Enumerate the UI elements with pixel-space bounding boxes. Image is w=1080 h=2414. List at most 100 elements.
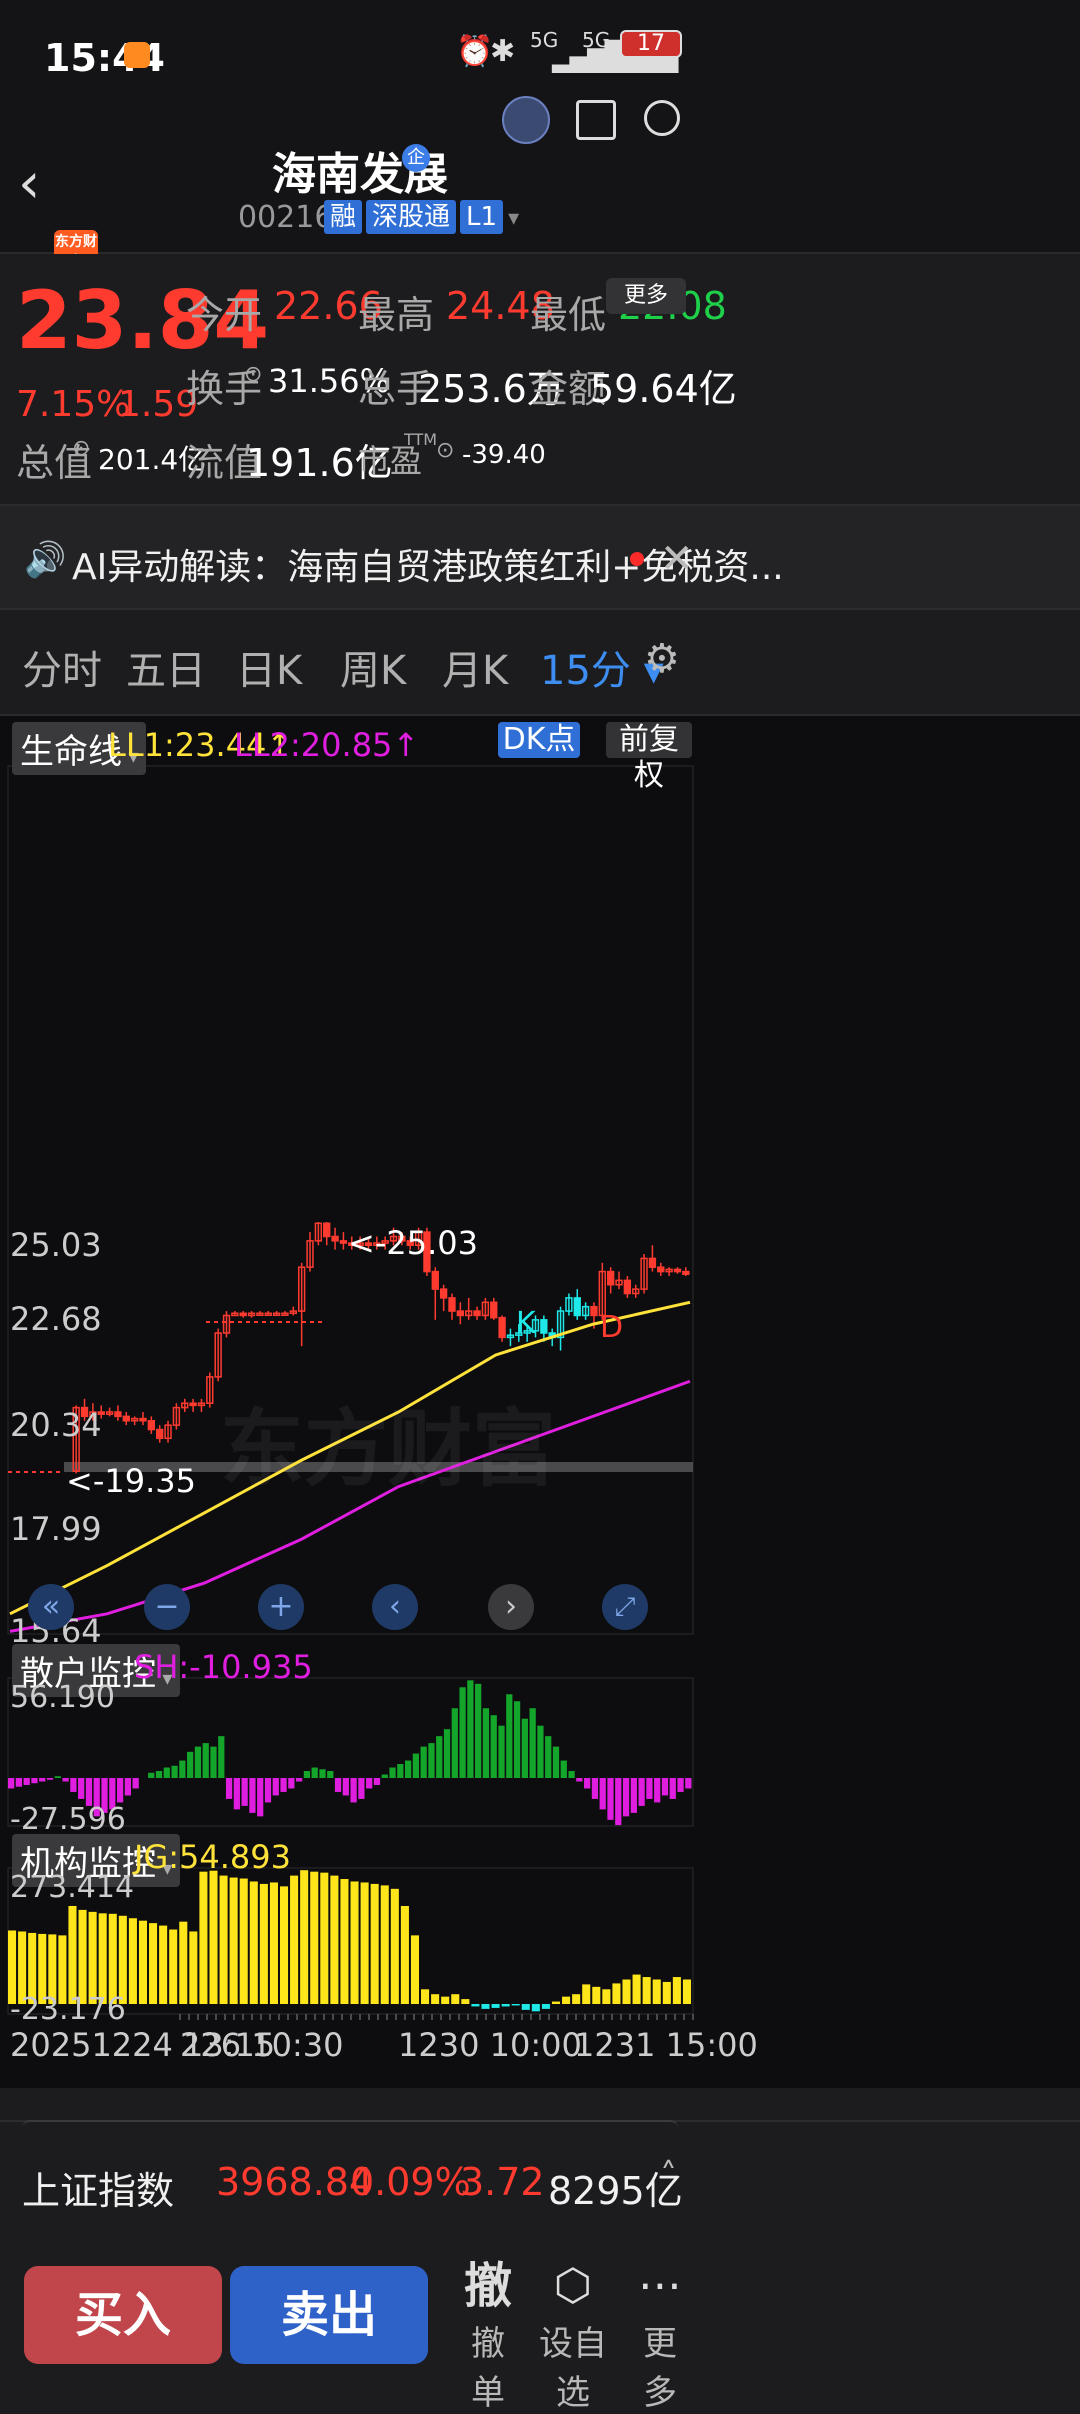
sh-bar (272, 1778, 279, 1796)
sh-bar (249, 1778, 256, 1813)
sh-bar (482, 1708, 490, 1778)
jg-bar (582, 1984, 591, 2004)
tag-margin: 融 (324, 200, 363, 234)
low-mark: <-19.35 (66, 1462, 196, 1500)
sh-bar (179, 1760, 186, 1778)
jg-bar (138, 1920, 148, 2004)
stock-header: ‹ 东方财富 海南发展 企 002163 融深股通L1 ▾ (0, 96, 1080, 274)
search-icon[interactable] (644, 100, 680, 136)
candle-body (573, 1297, 581, 1317)
zoom-in-icon[interactable]: + (258, 1584, 304, 1630)
info-icon[interactable]: ⊙ (72, 436, 90, 461)
candle-body (473, 1310, 481, 1317)
sh-bar (124, 1778, 131, 1796)
candle-body (139, 1417, 147, 1422)
candle-body (623, 1279, 632, 1295)
k-mark: K (516, 1306, 536, 1341)
info-icon[interactable]: ⊙ (436, 438, 454, 463)
add-watchlist-button[interactable]: ⬡ 设自选 (538, 2256, 608, 2414)
sh-bar (436, 1736, 443, 1778)
sh-bar (257, 1778, 264, 1817)
jg-value: JG:54.893 (134, 1838, 291, 1876)
sh-y-bottom: -27.596 (10, 1802, 126, 1837)
jg-bar (451, 1994, 460, 2004)
sell-button[interactable]: 卖出 (230, 2266, 428, 2364)
tag-dropdown-icon[interactable]: ▾ (508, 206, 519, 231)
scroll-left-icon[interactable]: ‹ (372, 1584, 418, 1630)
info-icon[interactable]: ⊙ (244, 362, 262, 387)
index-change: 3.72 (460, 2160, 545, 2204)
candle-body (114, 1411, 122, 1418)
buy-button[interactable]: 买入 (24, 2266, 222, 2364)
tab-intraday[interactable]: 分时 (22, 638, 102, 696)
sh-bar (280, 1778, 287, 1792)
sh-bar (163, 1767, 170, 1778)
jg-bar (481, 2004, 490, 2009)
chevron-up-icon[interactable]: ˄ (660, 2156, 677, 2196)
sh-bar (443, 1729, 451, 1778)
share-icon[interactable] (576, 100, 616, 140)
tab-monthly-k[interactable]: 月K (442, 638, 508, 696)
sh-bar (132, 1778, 139, 1789)
sh-bar (591, 1778, 599, 1799)
amount-value: 59.64亿 (590, 367, 737, 411)
candle-body (122, 1415, 130, 1422)
sh-bar (194, 1746, 202, 1778)
sh-bar (661, 1778, 669, 1796)
sh-bar (467, 1680, 474, 1778)
jg-bar (219, 1875, 228, 2004)
index-bar[interactable]: 上证指数 3968.84 0.09% 3.72 8295亿 ˄ (0, 2120, 1080, 2252)
scroll-right-icon[interactable]: › (488, 1584, 534, 1630)
tab-five-day[interactable]: 五日 (126, 638, 206, 696)
jg-bar (682, 1979, 691, 2004)
chart-area[interactable]: 生命线 ▾ LL1:23.44↑ LL2:20.85↑ DK点 前复权 散户监控… (0, 716, 1080, 2088)
jg-y-bottom: -23.176 (10, 1992, 126, 2027)
sh-bar (296, 1778, 303, 1782)
jg-bar (320, 1872, 329, 2004)
change-percent: 7.15% (16, 384, 131, 425)
more-actions-button[interactable]: ⋯ 更多 (630, 2256, 690, 2414)
indicator-name: 生命线 (20, 732, 122, 772)
x-label-mid1: 226 10:30 (180, 2026, 344, 2064)
dk-point-button[interactable]: DK点 (498, 722, 580, 758)
ai-news-ticker[interactable]: 🔊 AI异动解读：海南自贸港政策红利+免税资... ✕ (0, 504, 1080, 610)
sh-bar (459, 1687, 466, 1778)
jg-y-top: 273.414 (10, 1870, 135, 1905)
fullscreen-icon[interactable]: ⤢ (602, 1584, 648, 1630)
jg-bar (501, 2004, 510, 2007)
zoom-out-icon[interactable]: − (144, 1584, 190, 1630)
jg-bar (572, 1994, 581, 2004)
sh-bar (210, 1746, 217, 1778)
close-icon[interactable]: ✕ (660, 536, 694, 582)
candle-body (431, 1270, 439, 1290)
battery-icon: 17 (620, 30, 682, 58)
jg-bar (189, 1931, 198, 2004)
candle-body (657, 1266, 665, 1273)
sh-bar (685, 1778, 692, 1789)
main-panel-frame (7, 765, 694, 1635)
adjust-button[interactable]: 前复权 (606, 722, 692, 793)
tab-weekly-k[interactable]: 周K (340, 638, 406, 696)
settings-gear-icon[interactable]: ⚙ (644, 636, 680, 682)
more-quote-button[interactable]: 更多 (606, 278, 686, 314)
prev-page-icon[interactable]: « (28, 1584, 74, 1630)
sh-bar (78, 1778, 85, 1799)
sh-bar (46, 1778, 54, 1780)
sh-bar (334, 1778, 342, 1792)
high-label: 最高 (358, 293, 435, 337)
sh-bar (62, 1778, 69, 1782)
pe-value: -39.40 (462, 440, 546, 470)
jg-bar (622, 1979, 631, 2004)
assistant-avatar-icon[interactable] (502, 96, 550, 144)
jg-bar (390, 1888, 399, 2004)
speaker-icon: 🔊 (24, 540, 67, 580)
candle-body (339, 1240, 348, 1244)
back-icon[interactable]: ‹ (18, 156, 40, 212)
jg-bar (239, 1878, 248, 2004)
sh-bar (288, 1778, 295, 1789)
more-dots-icon: ⋯ (638, 2260, 682, 2311)
cancel-order-button[interactable]: 撤 撤单 (458, 2256, 518, 2414)
tab-daily-k[interactable]: 日K (236, 638, 302, 696)
candle-body (606, 1270, 615, 1286)
sh-bar (420, 1746, 427, 1778)
